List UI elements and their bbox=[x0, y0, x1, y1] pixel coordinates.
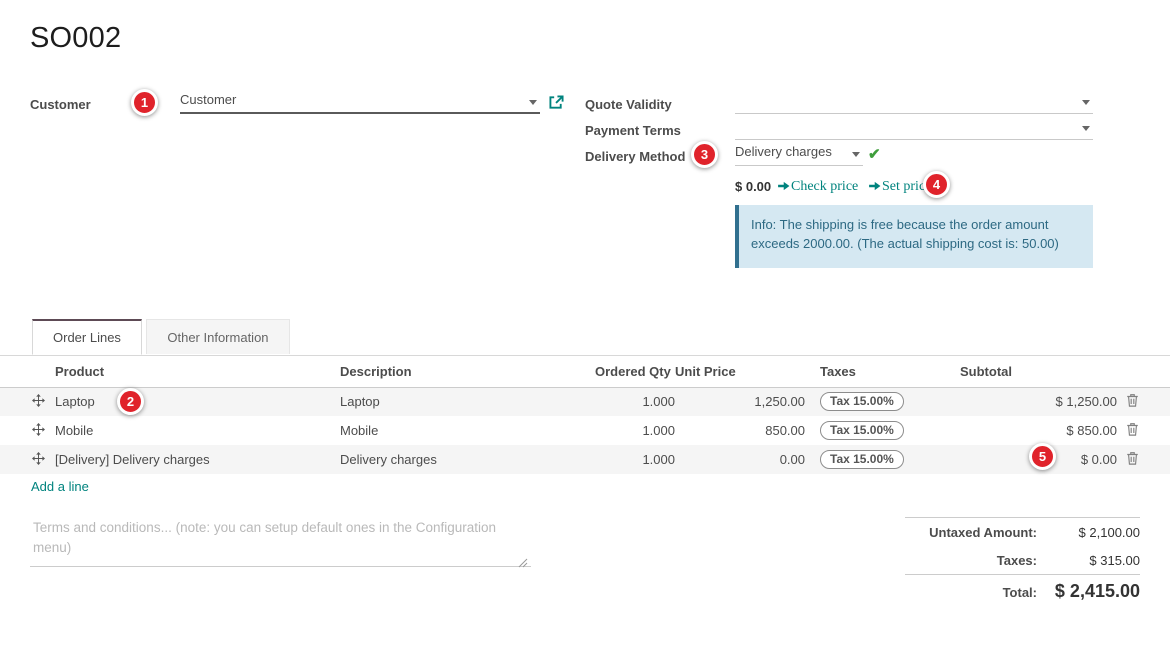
taxes-label: Taxes: bbox=[905, 553, 1037, 568]
annotation-badge-4: 4 bbox=[923, 171, 950, 198]
product-column-header: Product bbox=[50, 356, 335, 387]
external-link-icon[interactable] bbox=[549, 95, 564, 115]
annotation-badge-5: 5 bbox=[1029, 443, 1056, 470]
drag-handle-icon[interactable] bbox=[32, 423, 45, 436]
delete-row-icon[interactable] bbox=[1126, 393, 1139, 407]
tab-other-information[interactable]: Other Information bbox=[146, 319, 289, 354]
untaxed-amount-row: Untaxed Amount: $ 2,100.00 bbox=[905, 518, 1140, 546]
chevron-down-icon[interactable] bbox=[529, 100, 537, 105]
check-price-link[interactable]: Check price bbox=[778, 179, 858, 195]
product-cell[interactable]: [Delivery] Delivery charges bbox=[50, 445, 335, 474]
total-label: Total: bbox=[905, 585, 1037, 600]
delete-row-icon[interactable] bbox=[1126, 422, 1139, 436]
unit-price-cell[interactable]: 0.00 bbox=[675, 445, 805, 474]
delivery-method-label: Delivery Method bbox=[585, 149, 685, 164]
subtotal-cell: $ 1,250.00 bbox=[960, 387, 1117, 416]
annotation-badge-1: 1 bbox=[131, 89, 158, 116]
ordered-qty-cell[interactable]: 1.000 bbox=[595, 416, 675, 445]
drag-handle-icon[interactable] bbox=[32, 452, 45, 465]
quote-validity-field[interactable] bbox=[735, 90, 1093, 114]
description-cell[interactable]: Mobile bbox=[335, 416, 595, 445]
taxes-row: Taxes: $ 315.00 bbox=[905, 546, 1140, 574]
untaxed-amount-label: Untaxed Amount: bbox=[905, 525, 1037, 540]
delivery-method-field[interactable]: Delivery charges bbox=[735, 142, 863, 166]
totals-block: Untaxed Amount: $ 2,100.00 Taxes: $ 315.… bbox=[905, 517, 1140, 608]
order-lines-table: Product Description Ordered Qty Unit Pri… bbox=[0, 356, 1170, 474]
subtotal-cell: $ 850.00 bbox=[960, 416, 1117, 445]
unit-price-cell[interactable]: 850.00 bbox=[675, 416, 805, 445]
shipping-info-alert: Info: The shipping is free because the o… bbox=[735, 205, 1093, 268]
unit-price-cell[interactable]: 1,250.00 bbox=[675, 387, 805, 416]
table-row[interactable]: [Delivery] Delivery charges Delivery cha… bbox=[0, 445, 1170, 474]
check-price-label: Check price bbox=[791, 179, 858, 194]
description-cell[interactable]: Laptop bbox=[335, 387, 595, 416]
total-value: $ 2,415.00 bbox=[1037, 581, 1140, 602]
tax-badge[interactable]: Tax 15.00% bbox=[820, 392, 904, 411]
delivery-method-value: Delivery charges bbox=[735, 144, 832, 159]
sale-order-form: SO002 Customer 1 Customer Quote Validity… bbox=[0, 0, 1170, 658]
notebook-tabbar: Order Lines Other Information bbox=[0, 319, 1170, 356]
quote-validity-label: Quote Validity bbox=[585, 97, 672, 112]
chevron-down-icon[interactable] bbox=[852, 152, 860, 157]
textarea-resize-handle[interactable] bbox=[518, 555, 528, 573]
untaxed-amount-value: $ 2,100.00 bbox=[1037, 525, 1140, 540]
handle-column-header bbox=[0, 356, 50, 387]
drag-handle-icon[interactable] bbox=[32, 394, 45, 407]
product-cell[interactable]: Laptop bbox=[50, 387, 335, 416]
chevron-down-icon[interactable] bbox=[1082, 126, 1090, 131]
page-title: SO002 bbox=[30, 22, 121, 55]
customer-label: Customer bbox=[30, 97, 91, 112]
tab-order-lines[interactable]: Order Lines bbox=[32, 319, 142, 355]
ordered-qty-column-header: Ordered Qty bbox=[595, 356, 675, 387]
payment-terms-label: Payment Terms bbox=[585, 123, 681, 138]
product-cell[interactable]: Mobile bbox=[50, 416, 335, 445]
annotation-badge-3: 3 bbox=[691, 141, 718, 168]
delivery-price-amount: $ 0.00 bbox=[735, 179, 771, 194]
ordered-qty-cell[interactable]: 1.000 bbox=[595, 387, 675, 416]
terms-and-conditions-input[interactable] bbox=[30, 514, 531, 567]
set-price-link[interactable]: Set price bbox=[869, 179, 931, 195]
payment-terms-field[interactable] bbox=[735, 116, 1093, 140]
success-check-icon: ✔ bbox=[868, 145, 881, 163]
taxes-value: $ 315.00 bbox=[1037, 553, 1140, 568]
table-row[interactable]: Laptop Laptop 1.000 1,250.00 Tax 15.00% … bbox=[0, 387, 1170, 416]
total-row: Total: $ 2,415.00 bbox=[905, 575, 1140, 608]
tax-badge[interactable]: Tax 15.00% bbox=[820, 421, 904, 440]
table-header-row: Product Description Ordered Qty Unit Pri… bbox=[0, 356, 1170, 387]
taxes-column-header: Taxes bbox=[805, 356, 960, 387]
customer-value: Customer bbox=[180, 92, 236, 107]
chevron-down-icon[interactable] bbox=[1082, 100, 1090, 105]
subtotal-column-header: Subtotal bbox=[960, 356, 1117, 387]
ordered-qty-cell[interactable]: 1.000 bbox=[595, 445, 675, 474]
actions-column-header bbox=[1117, 356, 1170, 387]
add-a-line-link[interactable]: Add a line bbox=[31, 479, 89, 494]
description-column-header: Description bbox=[335, 356, 595, 387]
annotation-badge-2: 2 bbox=[117, 388, 144, 415]
customer-field[interactable]: Customer bbox=[180, 90, 540, 114]
unit-price-column-header: Unit Price bbox=[675, 356, 805, 387]
delete-row-icon[interactable] bbox=[1126, 451, 1139, 465]
tax-badge[interactable]: Tax 15.00% bbox=[820, 450, 904, 469]
table-row[interactable]: Mobile Mobile 1.000 850.00 Tax 15.00% $ … bbox=[0, 416, 1170, 445]
description-cell[interactable]: Delivery charges bbox=[335, 445, 595, 474]
